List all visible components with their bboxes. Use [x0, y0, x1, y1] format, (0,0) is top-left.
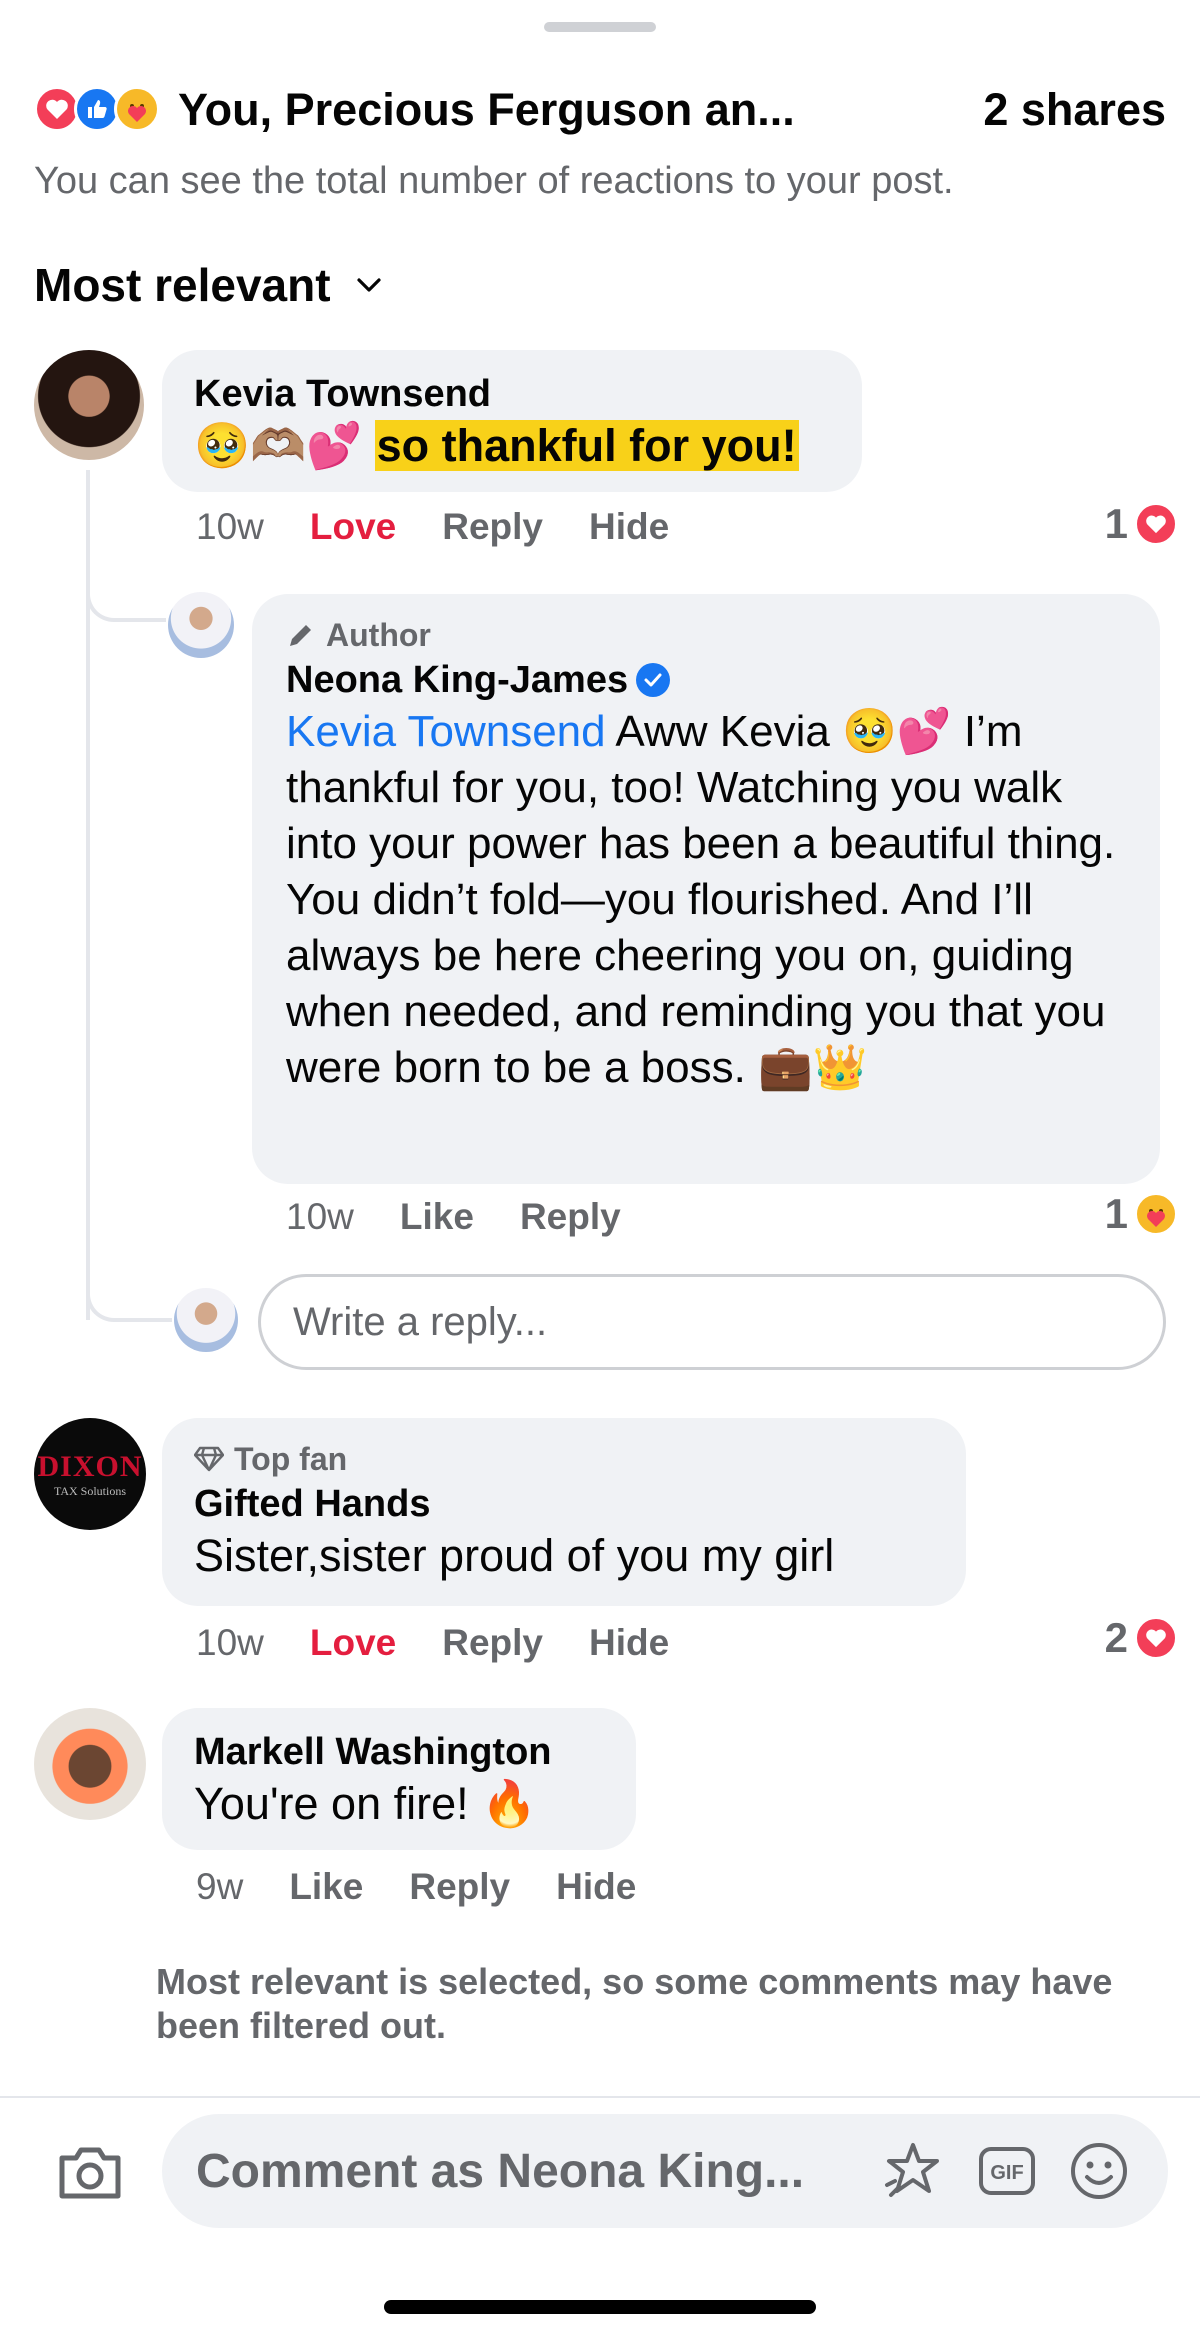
avatar[interactable]: DIXON TAX Solutions	[34, 1418, 146, 1530]
reply-actions: 10w Like Reply	[286, 1196, 621, 1238]
like-button[interactable]: Like	[289, 1866, 363, 1908]
emoji-icon[interactable]	[1064, 2136, 1134, 2206]
reaction-count[interactable]: 2	[1105, 1614, 1178, 1662]
love-reaction-icon	[1134, 1616, 1178, 1660]
gif-icon[interactable]: GIF	[972, 2136, 1042, 2206]
author-badge-label: Author	[326, 617, 431, 653]
avatar[interactable]	[168, 592, 234, 658]
reply-time[interactable]: 10w	[286, 1196, 354, 1238]
hide-button[interactable]: Hide	[589, 1622, 669, 1664]
reply-button[interactable]: Reply	[520, 1196, 621, 1238]
divider	[0, 2096, 1200, 2098]
comment-input[interactable]: Comment as Neona King... GIF	[162, 2114, 1168, 2228]
reaction-icons	[34, 86, 170, 134]
comment-actions: 10w Love Reply Hide	[196, 506, 669, 548]
love-reaction-icon	[1134, 502, 1178, 546]
reply-text: Kevia Townsend Aww Kevia 🥹💕 I’m thankful…	[286, 704, 1126, 1096]
comments-sheet: You, Precious Ferguson an... 2 shares Yo…	[0, 0, 1200, 2338]
comment-emoji: 🥹🫶🏽💕	[194, 420, 363, 471]
love-button[interactable]: Love	[310, 506, 396, 548]
like-button[interactable]: Like	[400, 1196, 474, 1238]
reaction-names[interactable]: You, Precious Ferguson an...	[178, 80, 795, 140]
avatar[interactable]	[34, 350, 144, 460]
verified-badge-icon	[636, 663, 671, 697]
thread-connector	[86, 1260, 172, 1322]
comment-text: Sister,sister proud of you my girl	[194, 1530, 835, 1581]
comment-bubble[interactable]: Markell Washington You're on fire! 🔥	[162, 1708, 636, 1850]
svg-text:GIF: GIF	[990, 2162, 1023, 2184]
reply-button[interactable]: Reply	[442, 506, 543, 548]
reaction-count[interactable]: 1	[1105, 500, 1178, 548]
filtered-note: Most relevant is selected, so some comme…	[156, 1961, 1113, 2046]
top-fan-badge: Top fan	[194, 1438, 934, 1480]
reaction-count[interactable]: 1	[1105, 1190, 1178, 1238]
chevron-down-icon	[356, 278, 381, 292]
comment-time[interactable]: 10w	[196, 1622, 264, 1664]
avatar[interactable]	[34, 1708, 146, 1820]
reply-input[interactable]: Write a reply...	[258, 1274, 1166, 1370]
comment-text: You're on fire! 🔥	[194, 1778, 538, 1829]
comment-bubble[interactable]: Top fan Gifted Hands Sister,sister proud…	[162, 1418, 966, 1606]
comment-actions: 10w Love Reply Hide	[196, 1622, 669, 1664]
pencil-icon	[290, 625, 311, 646]
comment-author[interactable]: Kevia Townsend	[194, 370, 830, 418]
comment-time[interactable]: 10w	[196, 506, 264, 548]
comment-actions: 9w Like Reply Hide	[196, 1866, 636, 1908]
reply-bubble[interactable]: Author Neona King-James Kevia Townsend A…	[252, 594, 1160, 1184]
home-indicator	[384, 2300, 816, 2314]
comment-author[interactable]: Markell Washington	[194, 1728, 604, 1776]
love-button[interactable]: Love	[310, 1622, 396, 1664]
reactions-info-text: You can see the total number of reaction…	[34, 160, 954, 202]
avatar-logo-text: DIXON	[37, 1449, 143, 1483]
comment-author[interactable]: Gifted Hands	[194, 1480, 934, 1528]
care-reaction-icon	[1134, 1192, 1178, 1236]
reaction-count-value: 1	[1104, 500, 1128, 547]
thread-connector	[86, 560, 166, 622]
shares-count[interactable]: 2 shares	[983, 80, 1166, 140]
diamond-icon	[194, 1446, 224, 1472]
avatar-sticker-icon[interactable]	[880, 2136, 950, 2206]
sort-dropdown[interactable]: Most relevant	[34, 258, 383, 312]
reply-input-placeholder: Write a reply...	[293, 1299, 548, 1344]
comment-text: 🥹🫶🏽💕 so thankful for you!	[194, 418, 830, 474]
reply-button[interactable]: Reply	[442, 1622, 543, 1664]
care-reaction-icon	[114, 86, 160, 132]
comment-time[interactable]: 9w	[196, 1866, 243, 1908]
top-fan-label: Top fan	[234, 1441, 348, 1477]
reply-author-row: Neona King-James	[286, 656, 1126, 704]
avatar	[174, 1288, 238, 1352]
sort-label: Most relevant	[34, 259, 331, 311]
hide-button[interactable]: Hide	[556, 1866, 636, 1908]
highlighted-text: so thankful for you!	[374, 420, 799, 471]
reply-button[interactable]: Reply	[409, 1866, 510, 1908]
camera-icon[interactable]	[52, 2134, 128, 2210]
reply-body: Aww Kevia 🥹💕 I’m thankful for you, too! …	[286, 707, 1116, 1092]
hide-button[interactable]: Hide	[589, 506, 669, 548]
reply-author[interactable]: Neona King-James	[286, 656, 628, 704]
sheet-grabber[interactable]	[544, 22, 656, 32]
author-badge: Author	[286, 614, 1126, 656]
reaction-count-value: 2	[1104, 1614, 1128, 1661]
avatar-logo-subtext: TAX Solutions	[53, 1483, 127, 1498]
comment-bubble[interactable]: Kevia Townsend 🥹🫶🏽💕 so thankful for you!	[162, 350, 862, 492]
reactions-summary[interactable]: You, Precious Ferguson an... 2 shares	[34, 80, 1166, 140]
comment-input-placeholder: Comment as Neona King...	[196, 2144, 805, 2198]
mention-link[interactable]: Kevia Townsend	[286, 707, 606, 756]
reaction-count-value: 1	[1104, 1190, 1128, 1237]
